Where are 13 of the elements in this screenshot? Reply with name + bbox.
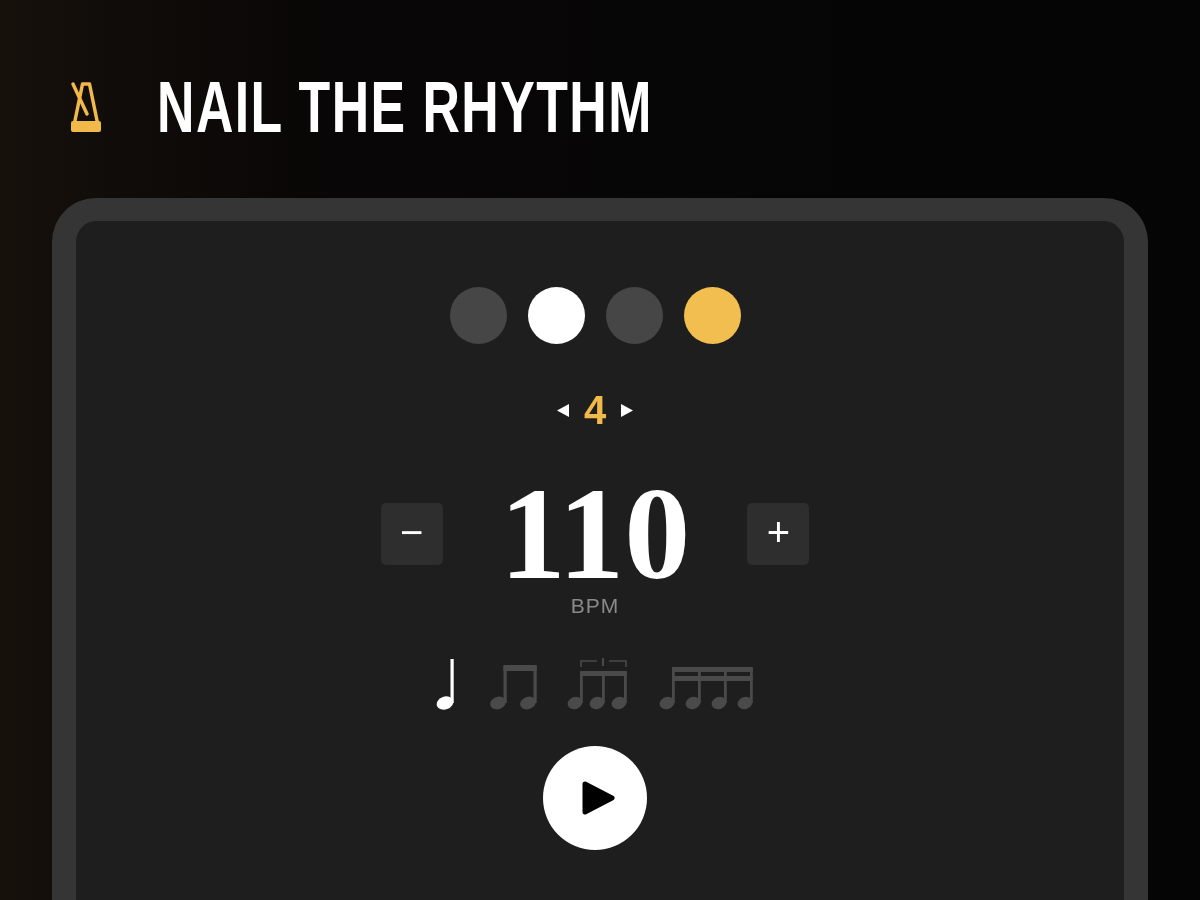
decrease-tempo-button[interactable]: − [380,503,443,565]
beats-per-bar-value: 4 [583,390,607,430]
right-triangle-icon [621,403,634,417]
play-icon [581,781,615,815]
increase-beats-button[interactable] [621,403,634,417]
increase-tempo-button[interactable]: + [747,503,810,565]
left-triangle-icon [556,403,569,417]
tempo-value: 110 [499,474,691,594]
app-title: NAIL THE RHYTHM [157,71,653,143]
metronome-icon [70,81,102,133]
decrease-beats-button[interactable] [556,403,569,417]
tempo-unit-label: BPM [570,594,620,618]
triplet-notes-icon [567,658,629,710]
